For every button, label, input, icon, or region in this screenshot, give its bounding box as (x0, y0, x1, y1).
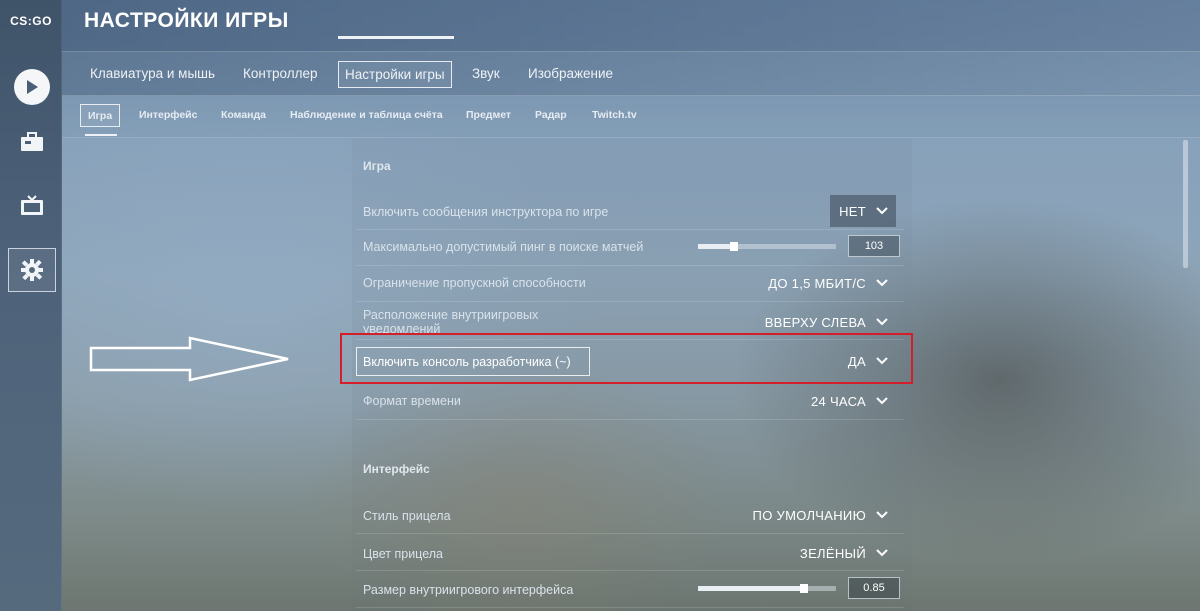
play-icon (14, 69, 50, 105)
slider-thumb[interactable] (729, 242, 738, 251)
setting-value[interactable]: 24 ЧАСА (811, 394, 866, 409)
csgo-logo: CS:GO (10, 14, 52, 28)
hud-scale-value-field[interactable]: 0.85 (848, 577, 900, 599)
briefcase-icon (21, 132, 43, 151)
tab-controller[interactable]: Контроллер (237, 61, 324, 88)
chevron-down-icon[interactable] (876, 207, 888, 215)
subtab-interface[interactable]: Интерфейс (132, 104, 204, 127)
setting-row-bandwidth[interactable]: Ограничение пропускной способности ДО 1,… (356, 266, 904, 302)
active-tab-underline (338, 36, 454, 39)
setting-label: Расположение внутриигровых уведомлений (363, 308, 539, 334)
setting-row-instructor[interactable]: Включить сообщения инструктора по игре Н… (356, 194, 904, 230)
setting-label: Формат времени (363, 394, 461, 408)
subtab-twitch[interactable]: Twitch.tv (585, 104, 644, 127)
subtab-game[interactable]: Игра (80, 104, 121, 127)
active-subtab-underline (85, 134, 117, 136)
setting-label: Максимально допустимый пинг в поиске мат… (363, 240, 644, 254)
setting-value[interactable]: НЕТ (839, 204, 866, 219)
setting-label: Включить сообщения инструктора по игре (363, 205, 609, 219)
tab-video[interactable]: Изображение (522, 61, 619, 88)
tv-icon (21, 195, 43, 215)
chevron-down-icon[interactable] (876, 511, 888, 519)
settings-button[interactable] (8, 248, 56, 292)
play-button[interactable] (8, 65, 56, 109)
tab-keyboard-mouse[interactable]: Клавиатура и мышь (84, 61, 221, 88)
setting-value[interactable]: ДО 1,5 МБИТ/С (768, 276, 866, 291)
subtab-team[interactable]: Команда (214, 104, 273, 127)
setting-value[interactable]: ВВЕРХУ СЛЕВА (765, 315, 866, 330)
hud-scale-slider[interactable] (698, 584, 836, 593)
ping-value-field[interactable]: 103 (848, 235, 900, 257)
section-title-game: Игра (363, 159, 391, 173)
tab-game-settings[interactable]: Настройки игры (338, 61, 452, 88)
subtab-spectator-scoreboard[interactable]: Наблюдение и таблица счёта (283, 104, 450, 127)
slider-thumb[interactable] (800, 584, 809, 593)
subtab-radar[interactable]: Радар (528, 104, 574, 127)
setting-row-crosshair-style[interactable]: Стиль прицела ПО УМОЛЧАНИЮ (356, 498, 904, 534)
setting-row-time-format[interactable]: Формат времени 24 ЧАСА (356, 384, 904, 420)
ping-slider[interactable] (698, 242, 836, 251)
setting-value[interactable]: ПО УМОЛЧАНИЮ (753, 508, 866, 523)
setting-row-hud-scale[interactable]: Размер внутриигрового интерфейса 0.85 (356, 572, 904, 608)
chevron-down-icon[interactable] (876, 279, 888, 287)
setting-label: Размер внутриигрового интерфейса (363, 583, 574, 597)
subtab-item[interactable]: Предмет (459, 104, 518, 127)
sub-tabs: Игра Интерфейс Команда Наблюдение и табл… (62, 96, 1200, 138)
setting-row-max-ping[interactable]: Максимально допустимый пинг в поиске мат… (356, 230, 904, 266)
chevron-down-icon[interactable] (876, 318, 888, 326)
scrollbar[interactable] (1183, 140, 1188, 268)
highlight-frame (340, 333, 913, 384)
chevron-down-icon[interactable] (876, 549, 888, 557)
setting-label: Цвет прицела (363, 547, 443, 561)
section-title-interface: Интерфейс (363, 462, 430, 476)
setting-label: Ограничение пропускной способности (363, 276, 586, 290)
left-rail: CS:GO (0, 0, 62, 611)
chevron-down-icon[interactable] (876, 397, 888, 405)
setting-label: Стиль прицела (363, 509, 451, 523)
slider-fill (698, 586, 805, 591)
inventory-button[interactable] (8, 120, 56, 164)
tab-audio[interactable]: Звук (466, 61, 506, 88)
page-header: НАСТРОЙКИ ИГРЫ (62, 0, 1200, 52)
setting-row-crosshair-color[interactable]: Цвет прицела ЗЕЛЁНЫЙ (356, 535, 904, 571)
watch-button[interactable] (8, 184, 56, 228)
slider-fill (698, 244, 734, 249)
annotation-arrow-icon (89, 336, 289, 382)
gear-icon (21, 259, 43, 281)
main-tabs: Клавиатура и мышь Контроллер Настройки и… (62, 52, 1200, 96)
page-title: НАСТРОЙКИ ИГРЫ (84, 9, 289, 32)
setting-value[interactable]: ЗЕЛЁНЫЙ (800, 546, 866, 561)
